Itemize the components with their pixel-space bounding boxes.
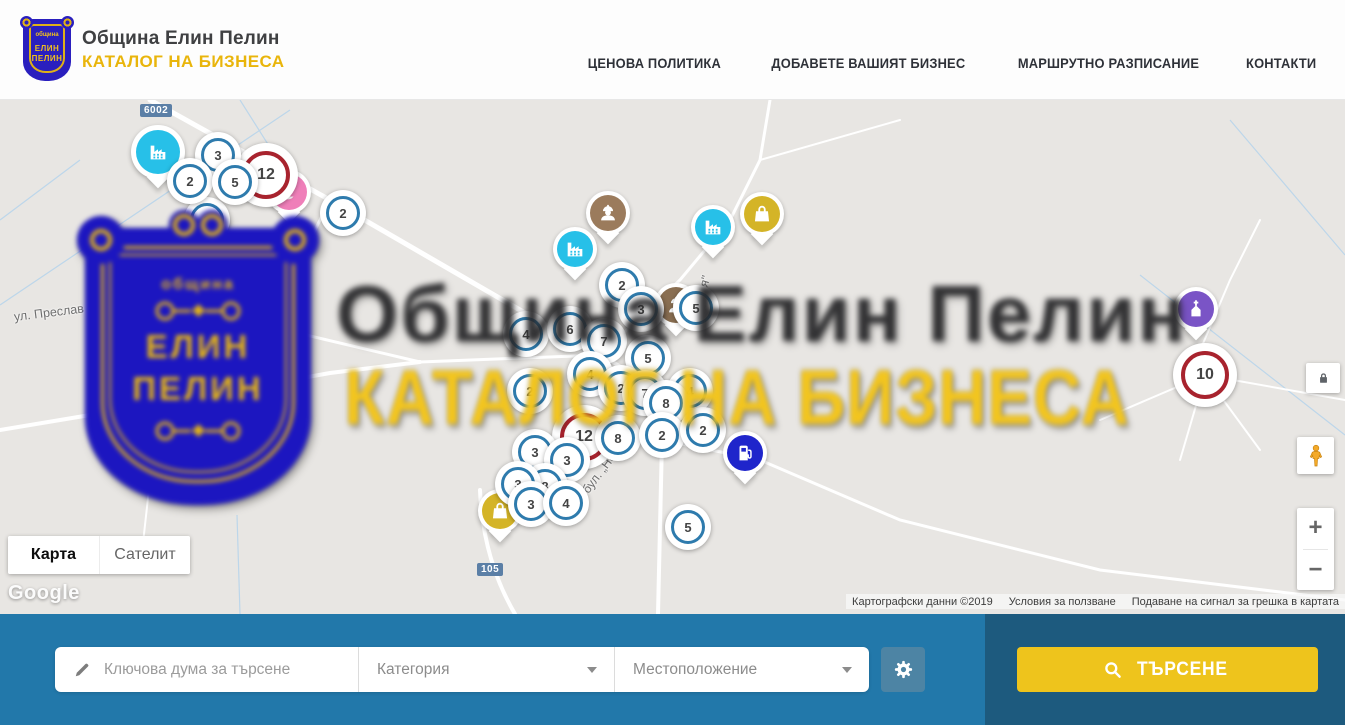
- search-button[interactable]: ТЪРСЕНЕ: [1017, 647, 1318, 692]
- logo-text: Община Елин Пелин КАТАЛОГ НА БИЗНЕСА: [82, 28, 284, 72]
- chevron-down-icon: [587, 667, 597, 673]
- cluster-marker[interactable]: 2: [507, 368, 553, 414]
- emblem-curl-icon: [61, 16, 74, 29]
- category-select[interactable]: Категория: [358, 647, 614, 692]
- cluster-marker[interactable]: 3: [618, 286, 664, 332]
- cluster-marker[interactable]: 4: [543, 480, 589, 526]
- chevron-down-icon: [842, 667, 852, 673]
- pencil-icon: [73, 660, 92, 679]
- emblem-name-2: ПЕЛИН: [24, 54, 70, 63]
- cluster-marker[interactable]: 5: [673, 285, 719, 331]
- map-type-control: Карта Сателит: [8, 536, 190, 574]
- municipality-emblem: община ЕЛИН ПЕЛИН: [24, 20, 70, 80]
- cluster-marker[interactable]: 2: [639, 412, 685, 458]
- google-logo[interactable]: Google: [8, 582, 80, 605]
- cluster-marker[interactable]: 2: [320, 190, 366, 236]
- terms-link[interactable]: Условия за ползване: [1009, 596, 1116, 608]
- cluster-marker[interactable]: 4: [503, 311, 549, 357]
- bag-pin[interactable]: [740, 192, 784, 236]
- keyword-field[interactable]: [55, 647, 358, 692]
- search-bar: Категория Местоположение: [0, 614, 1345, 725]
- zoom-in-button[interactable]: +: [1297, 508, 1334, 549]
- map-type-satellite-button[interactable]: Сателит: [99, 536, 190, 574]
- cluster-marker[interactable]: 2: [680, 407, 726, 453]
- search-fields: Категория Местоположение: [55, 647, 869, 692]
- map-markers: 2123252235467542748212822338334510: [0, 100, 1345, 614]
- report-error-link[interactable]: Подаване на сигнал за грешка в картата: [1132, 596, 1339, 608]
- emblem-top-text: община: [24, 32, 70, 38]
- emblem-curl-icon: [20, 16, 33, 29]
- factory-pin[interactable]: [691, 205, 735, 249]
- lock-icon: [1316, 370, 1331, 386]
- map-canvas[interactable]: ул. Преславбул. „Новоселция"6002105 2123…: [0, 100, 1345, 614]
- zoom-control: + −: [1297, 508, 1334, 590]
- cluster-marker[interactable]: 5: [665, 504, 711, 550]
- worker-pin[interactable]: [586, 191, 630, 235]
- cluster-marker[interactable]: 5: [212, 159, 258, 205]
- site-logo[interactable]: община ЕЛИН ПЕЛИН Община Елин Пелин КАТА…: [24, 20, 284, 80]
- site-title: Община Елин Пелин: [82, 28, 284, 50]
- factory-pin[interactable]: [553, 227, 597, 271]
- zoom-out-button[interactable]: −: [1297, 550, 1334, 591]
- search-icon: [1103, 660, 1122, 679]
- nav-item[interactable]: МАРШРУТНО РАЗПИСАНИЕ: [1017, 55, 1198, 71]
- site-subtitle: КАТАЛОГ НА БИЗНЕСА: [82, 52, 284, 72]
- cluster-marker[interactable]: 2: [167, 158, 213, 204]
- map-type-map-button[interactable]: Карта: [8, 536, 99, 574]
- attribution-copyright: Картографски данни ©2019: [852, 596, 993, 608]
- main-nav: ЦЕНОВА ПОЛИТИКА ДОБАВЕТЕ ВАШИЯТ БИЗНЕС МАР…: [582, 55, 1319, 71]
- location-select[interactable]: Местоположение: [614, 647, 869, 692]
- keyword-input[interactable]: [104, 661, 344, 679]
- cluster-marker[interactable]: 10: [1173, 343, 1237, 407]
- gear-icon: [892, 658, 915, 681]
- cluster-marker[interactable]: 8: [595, 415, 641, 461]
- church-pin[interactable]: [1174, 287, 1218, 331]
- pegman-icon: [1306, 444, 1326, 468]
- fuel-pin[interactable]: [723, 431, 767, 475]
- nav-item[interactable]: ЦЕНОВА ПОЛИТИКА: [588, 55, 721, 71]
- nav-item[interactable]: КОНТАКТИ: [1246, 55, 1316, 71]
- emblem-name-1: ЕЛИН: [24, 44, 70, 53]
- header: община ЕЛИН ПЕЛИН Община Елин Пелин КАТА…: [0, 0, 1345, 100]
- map-attribution: Картографски данни ©2019 Условия за полз…: [846, 594, 1345, 609]
- nav-item[interactable]: ДОБАВЕТЕ ВАШИЯТ БИЗНЕС: [771, 55, 965, 71]
- pegman-button[interactable]: [1297, 437, 1334, 474]
- lock-button[interactable]: [1306, 363, 1340, 393]
- advanced-settings-button[interactable]: [881, 647, 925, 692]
- page: община ЕЛИН ПЕЛИН Община Елин Пелин КАТА…: [0, 0, 1345, 725]
